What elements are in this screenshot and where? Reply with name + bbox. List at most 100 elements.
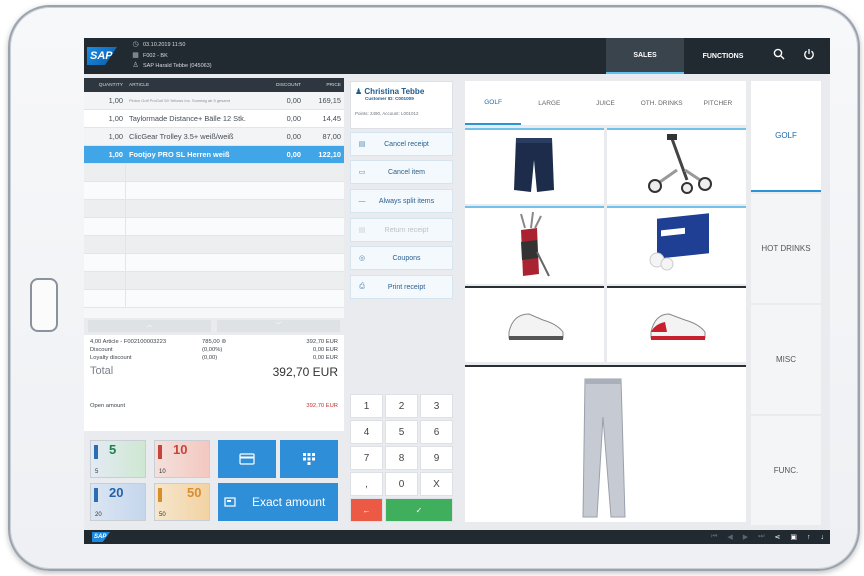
product-golf-trolley[interactable] — [607, 128, 746, 204]
share-icon[interactable]: ⋖ — [775, 533, 781, 541]
user-name: SAP Harald Tebbe (045063) — [143, 63, 212, 69]
confirm-button[interactable]: ✓ — [385, 498, 453, 522]
key-3[interactable]: 3 — [420, 394, 453, 418]
empty-row — [84, 182, 344, 200]
key-5[interactable]: 5 — [385, 420, 418, 444]
tab-golf[interactable]: GOLF — [465, 81, 522, 125]
row-article: Taylormade Distance+ Bälle 12 Stk. — [129, 114, 246, 123]
golf-balls-image — [649, 213, 709, 271]
note-stripe — [158, 445, 162, 459]
note-small-value: 5 — [95, 469, 99, 475]
empty-row — [84, 200, 344, 218]
discount-amount: 0,00 EUR — [312, 347, 338, 353]
row-price: 169,15 — [318, 96, 341, 105]
store-name: F002 - BK — [143, 52, 168, 59]
key-6[interactable]: 6 — [420, 420, 453, 444]
product-golf-shoe-red[interactable] — [607, 286, 746, 362]
column-discount: DISCOUNT — [275, 82, 301, 88]
tablet-home-button[interactable] — [30, 278, 58, 332]
table-row[interactable]: 1,00 Pinion Golf ProGolf 50 Yellows Inc.… — [84, 92, 344, 110]
tab-functions[interactable]: FUNCTIONS — [684, 38, 762, 74]
row-discount: 0,00 — [286, 114, 301, 123]
column-price: PRICE — [326, 82, 341, 88]
tab-sales[interactable]: SALES — [606, 38, 684, 74]
note-small-value: 20 — [95, 512, 102, 518]
total-label: Total — [90, 365, 114, 377]
red-shoe-image — [650, 313, 706, 340]
return-receipt-button[interactable]: ▤ Return receipt — [350, 218, 453, 242]
split-icon: — — [358, 197, 366, 205]
tab-oth-drinks[interactable]: OTH. DRINKS — [634, 81, 690, 125]
row-quantity: 1,00 — [108, 132, 123, 141]
total-amount: 392,70 EUR — [272, 365, 338, 379]
key-4[interactable]: 4 — [350, 420, 383, 444]
empty-row — [84, 254, 344, 272]
key-clear[interactable]: X — [420, 472, 453, 496]
printer-icon: ⎙ — [359, 283, 365, 290]
table-row-selected[interactable]: 1,00 Footjoy PRO SL Herren weiß 0,00 122… — [84, 146, 344, 164]
sap-footer-logo: SAP — [92, 532, 110, 542]
row-price: 14,45 — [322, 114, 342, 123]
cancel-item-button[interactable]: ▭ Cancel item — [350, 160, 453, 184]
note-small-value: 50 — [159, 512, 166, 518]
category-func[interactable]: FUNC. — [751, 416, 821, 525]
cash-10-button[interactable]: 10 10 — [154, 440, 210, 478]
action-label: Coupons — [392, 254, 421, 262]
key-9[interactable]: 9 — [420, 446, 453, 470]
product-golf-shoe-white[interactable] — [465, 286, 604, 362]
coupons-button[interactable]: ◎ Coupons — [350, 246, 453, 270]
key-comma[interactable]: , — [350, 472, 383, 496]
card-payment-button[interactable] — [218, 440, 276, 478]
product-golf-balls[interactable] — [607, 206, 746, 284]
table-row[interactable]: 1,00 ClicGear Trolley 3.5+ weiß/weiß 0,0… — [84, 128, 344, 146]
prev-page-icon: ◀ — [727, 534, 733, 541]
tab-juice[interactable]: JUICE — [577, 81, 633, 125]
row-article: ClicGear Trolley 3.5+ weiß/weiß — [129, 132, 234, 141]
exact-amount-button[interactable]: Exact amount — [218, 483, 338, 521]
settings-icon[interactable]: ▣ — [790, 533, 797, 541]
empty-row — [84, 290, 344, 308]
user-icon: ♙ — [132, 62, 139, 69]
category-hot-drinks[interactable]: HOT DRINKS — [751, 194, 821, 303]
arrow-up-icon[interactable]: ↑ — [807, 534, 811, 541]
customer-card[interactable]: ♟ Christina Tebbe Customer ID: C001009 P… — [350, 81, 453, 129]
product-golf-bag[interactable] — [465, 206, 604, 284]
backspace-button[interactable]: ← — [350, 498, 383, 522]
article-points: 785,00 ⊜ — [202, 339, 227, 345]
cancel-receipt-button[interactable]: ▤ Cancel receipt — [350, 132, 453, 156]
tab-large[interactable]: LARGE — [521, 81, 577, 125]
key-2[interactable]: 2 — [385, 394, 418, 418]
empty-row — [84, 272, 344, 290]
key-1[interactable]: 1 — [350, 394, 383, 418]
pos-screen: SAP ◷ 03.10.2019 11:50 ▦ F002 - BK ♙ SAP Ha… — [84, 38, 830, 544]
white-shoe-image — [508, 313, 564, 340]
table-row[interactable]: 1,00 Taylormade Distance+ Bälle 12 Stk. … — [84, 110, 344, 128]
scroll-up-button[interactable]: ︿ — [88, 320, 211, 332]
key-0[interactable]: 0 — [385, 472, 418, 496]
tab-pitcher[interactable]: PITCHER — [690, 81, 746, 125]
search-icon[interactable] — [770, 47, 788, 65]
receipt-scroll-buttons: ︿ ﹀ — [88, 320, 340, 332]
person-icon: ♟ — [355, 87, 363, 96]
key-7[interactable]: 7 — [350, 446, 383, 470]
article-amount: 392,70 EUR — [306, 339, 338, 345]
cash-5-button[interactable]: 5 5 — [90, 440, 146, 478]
always-split-items-button[interactable]: — Always split items — [350, 189, 453, 213]
loyalty-amount: 0,00 EUR — [312, 355, 338, 361]
loyalty-points: (0,00) — [202, 355, 218, 361]
product-golf-shorts[interactable] — [465, 128, 604, 204]
product-golf-trousers[interactable] — [465, 365, 746, 522]
category-golf[interactable]: GOLF — [751, 81, 821, 192]
action-label: Print receipt — [387, 283, 426, 291]
arrow-down-icon[interactable]: ↓ — [821, 534, 825, 541]
power-icon[interactable] — [800, 47, 818, 65]
scroll-down-button[interactable]: ﹀ — [217, 320, 340, 332]
cash-50-button[interactable]: 50 50 — [154, 483, 210, 521]
keypad-payment-button[interactable] — [280, 440, 338, 478]
note-stripe — [94, 445, 98, 459]
key-8[interactable]: 8 — [385, 446, 418, 470]
category-misc[interactable]: MISC — [751, 305, 821, 414]
print-receipt-button[interactable]: ⎙ Print receipt — [350, 275, 453, 299]
row-quantity: 1,00 — [108, 114, 123, 123]
cash-20-button[interactable]: 20 20 — [90, 483, 146, 521]
